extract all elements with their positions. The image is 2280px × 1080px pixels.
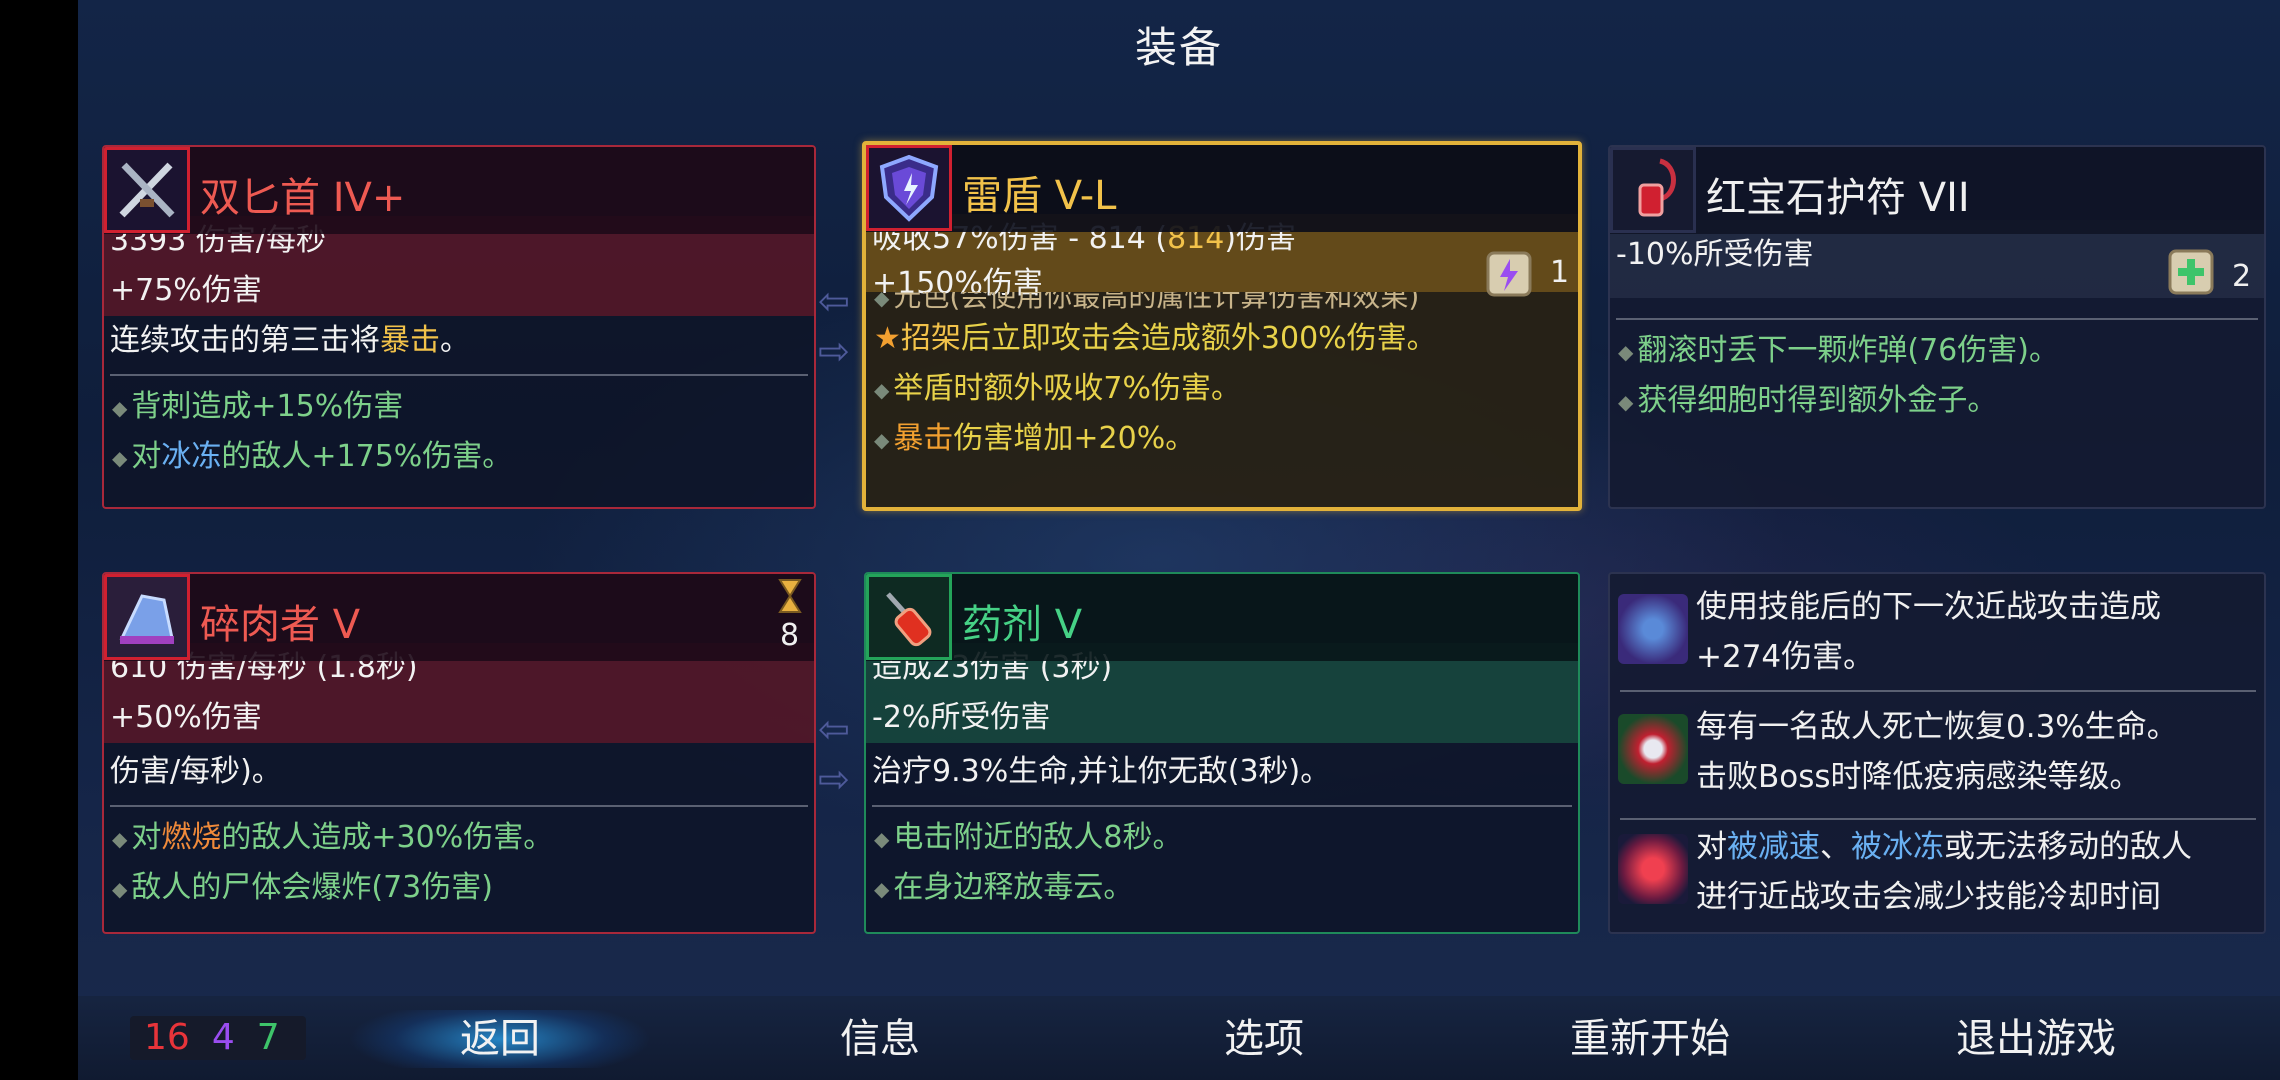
restart-button[interactable]: 重新开始: [1520, 1010, 1780, 1068]
tactics-stat: 4: [211, 1017, 235, 1058]
potion-icon: [866, 574, 952, 660]
affix-line: ★招架后立即攻击会造成额外300%伤害。: [874, 321, 1437, 356]
meat-grinder-icon: [104, 574, 190, 660]
item-name: 碎肉者 V: [200, 602, 361, 648]
scroll-of-power-icon: [2168, 249, 2214, 295]
card-header: 药剂 V: [866, 574, 1578, 661]
stat-damage-reduction: -2%所受伤害: [866, 693, 1578, 743]
skill-card-potion[interactable]: 药剂 V 造成23伤害 (3秒) -2%所受伤害 治疗9.3%生命,并让你无敌(…: [864, 572, 1580, 934]
survival-stat: 7: [256, 1017, 280, 1058]
stat-damage: +150%伤害: [866, 264, 1578, 301]
skill-card-meat-grinder[interactable]: 碎肉者 V 8 610 伤害/每秒 (1.8秒) +50%伤害 伤害/每秒)。 …: [102, 572, 816, 934]
item-name: 双匕首 IV+: [200, 175, 406, 221]
affix-line: ◆ 电击附近的敌人8秒。: [874, 820, 1183, 855]
affix-line: ◆ 暴击伤害增加+20%。: [874, 421, 1196, 456]
swap-arrow-right-icon[interactable]: ⇨: [818, 760, 850, 798]
info-button[interactable]: 信息: [760, 1010, 1000, 1068]
thunder-shield-icon: [866, 145, 952, 231]
affix-line: ◆ 在身边释放毒云。: [874, 870, 1134, 905]
divider: [1616, 318, 2258, 320]
scroll-count: 1: [1550, 255, 1570, 290]
stat-damage: +50%伤害: [104, 693, 814, 743]
stat-damage: +75%伤害: [104, 266, 814, 316]
options-button[interactable]: 选项: [1144, 1010, 1384, 1068]
back-button[interactable]: 返回: [350, 1010, 650, 1068]
mutation-fire-icon: [1618, 834, 1688, 904]
swap-arrow-right-icon[interactable]: ⇨: [818, 332, 850, 370]
mutation-vampire-icon: [1618, 714, 1688, 784]
affix-line: ◆ 对冰冻的敌人+175%伤害。: [112, 439, 513, 474]
divider: [872, 805, 1572, 807]
scroll-of-power-icon: [1486, 251, 1532, 297]
mutation-row[interactable]: 使用技能后的下一次近战攻击造成 +274伤害。: [1610, 582, 2264, 694]
card-header: 双匕首 IV+: [104, 147, 814, 234]
divider: [110, 374, 808, 376]
hourglass-icon: [778, 579, 802, 613]
card-header: 雷盾 V-L: [866, 145, 1578, 232]
mutation-skill-icon: [1618, 594, 1688, 664]
divider: [1620, 690, 2256, 692]
ruby-amulet-icon: [1610, 147, 1696, 233]
affix-line: ◆ 敌人的尸体会爆炸(73伤害): [112, 870, 493, 905]
amulet-card-ruby-amulet[interactable]: 红宝石护符 VII -10%所受伤害 ◆ 翻滚时丢下一颗炸弹(76伤害)。 ◆ 获得…: [1608, 145, 2266, 509]
brutality-stat: 16: [144, 1017, 190, 1058]
mutation-row[interactable]: 对被减速、被冰冻或无法移动的敌人 进行近战攻击会减少技能冷却时间: [1610, 822, 2264, 932]
card-header: 红宝石护符 VII: [1610, 147, 2264, 234]
swap-arrow-left-icon[interactable]: ⇦: [818, 710, 850, 748]
twin-daggers-icon: [104, 147, 190, 233]
affix-line: ◆ 背刺造成+15%伤害: [112, 389, 404, 424]
affix-line: ◆ 获得细胞时得到额外金子。: [1618, 383, 1998, 418]
item-name: 药剂 V: [962, 602, 1083, 648]
shield-card-thunder-shield[interactable]: 雷盾 V-L 吸收57%伤害 - 814 (814)伤害 +150%伤害 ◆ 元色…: [862, 141, 1582, 511]
divider: [110, 805, 808, 807]
page-title: 装备: [1134, 23, 1223, 72]
affix-line: ◆ 翻滚时丢下一颗炸弹(76伤害)。: [1618, 333, 2059, 368]
quit-game-button[interactable]: 退出游戏: [1906, 1010, 2166, 1068]
mutation-row[interactable]: 每有一名敌人死亡恢复0.3%生命。 击败Boss时降低疫病感染等级。: [1610, 702, 2264, 814]
scroll-stats: 16 4 7: [130, 1016, 306, 1060]
scroll-count: 2: [2232, 259, 2252, 294]
item-name: 红宝石护符 VII: [1706, 175, 1970, 221]
affix-line: ◆ 举盾时额外吸收7%伤害。: [874, 371, 1241, 406]
card-header: 碎肉者 V 8: [104, 574, 814, 661]
swap-arrow-left-icon[interactable]: ⇦: [818, 282, 850, 320]
weapon-card-twin-daggers[interactable]: 双匕首 IV+ 3393 伤害/每秒 +75%伤害 连续攻击的第三击将暴击。 ◆…: [102, 145, 816, 509]
item-effect: 伤害/每秒)。: [110, 754, 282, 789]
item-effect: 治疗9.3%生命,并让你无敌(3秒)。: [872, 754, 1331, 789]
divider: [1620, 818, 2256, 820]
item-effect: 连续攻击的第三击将暴击。: [110, 323, 470, 358]
cooldown-count: 8: [780, 618, 800, 653]
item-name: 雷盾 V-L: [962, 173, 1117, 219]
affix-line-cut: ◆ 元色(会使用你最高的属性计算伤害和效果): [874, 292, 1420, 313]
left-black-bar: [0, 0, 78, 1080]
mutations-panel: 使用技能后的下一次近战攻击造成 +274伤害。 每有一名敌人死亡恢复0.3%生命…: [1608, 572, 2266, 934]
affix-line: ◆ 对燃烧的敌人造成+30%伤害。: [112, 820, 554, 855]
